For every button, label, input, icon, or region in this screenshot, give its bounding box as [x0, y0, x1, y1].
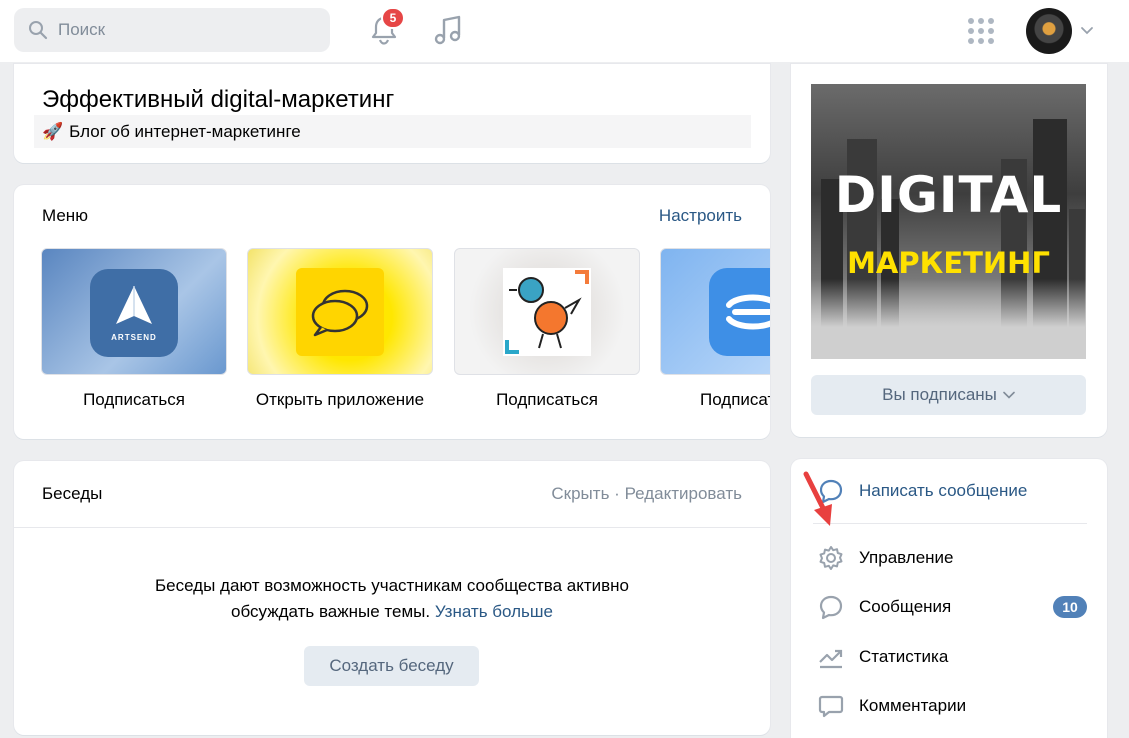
chat-bubble-icon	[815, 591, 847, 623]
cover-title-line1: DIGITAL	[834, 166, 1063, 224]
menu-tile-label: Подписаться	[496, 390, 598, 409]
chats-description: Беседы дают возможность участникам сообщ…	[14, 573, 770, 625]
statistics-action[interactable]: Статистика	[815, 637, 1087, 677]
music-note-icon	[434, 15, 461, 45]
chevron-down-icon	[1081, 27, 1093, 35]
menu-card: Меню Настроить ARTSEND Подписаться Откры…	[14, 185, 770, 439]
profile-menu-toggle[interactable]	[1076, 20, 1098, 42]
messages-action[interactable]: Сообщения 10	[815, 587, 1087, 627]
app-logo	[709, 268, 770, 356]
manage-label: Управление	[859, 548, 954, 567]
artsend-logo-text: ARTSEND	[111, 333, 157, 342]
comments-action[interactable]: Комментарии	[815, 686, 1087, 726]
chats-description-line2: обсуждать важные темы. Узнать больше	[231, 602, 553, 621]
messages-count-badge: 10	[1053, 596, 1087, 618]
group-title: Эффективный digital-маркетинг	[42, 86, 395, 113]
top-bar: 5	[0, 0, 1129, 62]
music-button[interactable]	[430, 10, 466, 50]
menu-tile-open-app[interactable]	[247, 248, 433, 375]
menu-tile-artsend[interactable]: ARTSEND	[41, 248, 227, 375]
menu-tile-subscribe-4[interactable]	[660, 248, 770, 375]
chats-card: Беседы Скрыть · Редактировать Беседы даю…	[14, 461, 770, 735]
create-chat-button[interactable]: Создать беседу	[304, 646, 479, 686]
group-cover-image[interactable]: DIGITAL МАРКЕТИНГ	[811, 84, 1086, 359]
bird-icon	[505, 270, 589, 354]
write-message-label: Написать сообщение	[859, 481, 1028, 500]
comment-icon	[815, 690, 847, 722]
menu-tile-label: Подписаться	[700, 390, 770, 409]
menu-tile-label: Подписаться	[83, 390, 185, 409]
menu-heading: Меню	[42, 206, 88, 225]
gear-icon	[815, 542, 847, 574]
speech-bubbles-icon	[311, 289, 369, 337]
group-status[interactable]: 🚀 Блог об интернет-маркетинге	[34, 115, 751, 148]
annotation-arrow-icon	[803, 471, 832, 526]
manage-action[interactable]: Управление	[815, 538, 1087, 578]
bird-logo	[503, 268, 591, 356]
artsend-logo: ARTSEND	[90, 269, 178, 357]
write-message-action[interactable]: Написать сообщение	[815, 471, 1087, 511]
app-logo	[296, 268, 384, 356]
chats-actions: Скрыть · Редактировать	[551, 484, 742, 504]
user-avatar[interactable]	[1026, 8, 1072, 54]
group-cover-card: DIGITAL МАРКЕТИНГ Вы подписаны	[791, 64, 1107, 437]
paper-plane-icon	[116, 286, 152, 324]
search-input[interactable]	[58, 20, 318, 40]
subscribed-label: Вы подписаны	[882, 385, 997, 404]
hide-chats-link[interactable]: Скрыть	[551, 484, 609, 503]
chats-description-line1: Беседы дают возможность участникам сообщ…	[154, 576, 630, 595]
subscribed-button[interactable]: Вы подписаны	[811, 375, 1086, 415]
divider	[813, 523, 1087, 524]
messages-label: Сообщения	[859, 597, 952, 616]
trend-chart-icon	[815, 641, 847, 673]
search-box[interactable]	[14, 8, 330, 52]
menu-tile-subscribe-bird[interactable]	[454, 248, 640, 375]
configure-menu-link[interactable]: Настроить	[659, 206, 742, 226]
statistics-label: Статистика	[859, 647, 949, 666]
group-header-card: Эффективный digital-маркетинг 🚀 Блог об …	[14, 64, 770, 163]
rocket-icon: 🚀	[42, 121, 64, 141]
chevron-down-icon	[1003, 391, 1015, 399]
apps-menu-button[interactable]	[963, 14, 999, 48]
apps-grid-icon	[968, 18, 994, 44]
edit-chats-link[interactable]: Редактировать	[625, 484, 742, 503]
cover-title-line2: МАРКЕТИНГ	[847, 246, 1050, 280]
comments-label: Комментарии	[859, 696, 967, 715]
menu-tile-label: Открыть приложение	[255, 390, 425, 409]
notifications-count-badge: 5	[381, 7, 405, 29]
search-icon	[29, 21, 48, 40]
learn-more-link[interactable]: Узнать больше	[435, 602, 553, 621]
separator-dot: ·	[614, 484, 620, 503]
group-status-text: Блог об интернет-маркетинге	[69, 121, 301, 141]
divider	[14, 527, 770, 528]
wave-logo-icon	[726, 294, 770, 330]
chats-heading: Беседы	[42, 484, 103, 503]
